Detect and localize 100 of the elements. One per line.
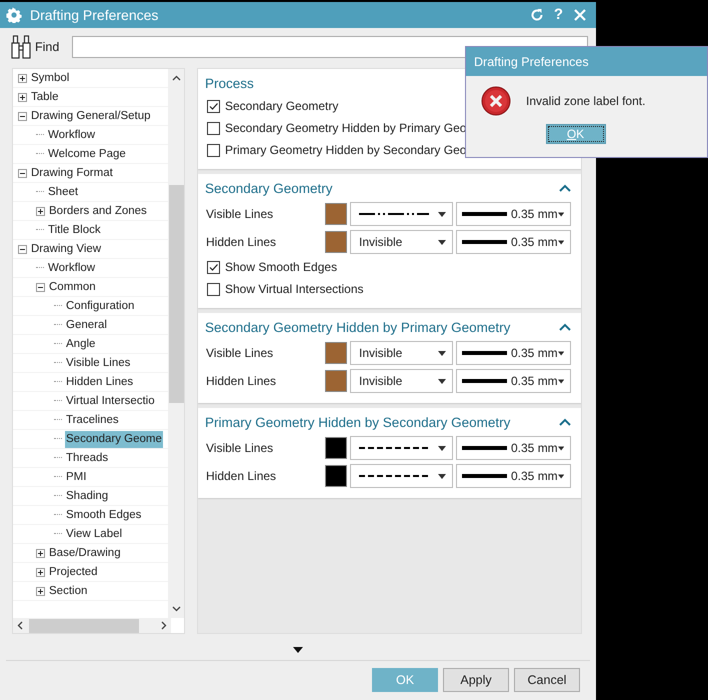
tree-item[interactable]: Secondary Geome (65, 430, 163, 448)
color-swatch[interactable] (325, 342, 347, 364)
horizontal-scrollbar[interactable] (13, 618, 171, 633)
line-width-dropdown[interactable]: 0.35 mm (456, 369, 571, 393)
tree-item[interactable]: General (65, 316, 108, 334)
tree-item[interactable]: Workflow (47, 126, 96, 144)
color-swatch[interactable] (325, 465, 347, 487)
row-label: Visible Lines (205, 207, 274, 221)
color-swatch[interactable] (325, 370, 347, 392)
checkbox[interactable] (207, 122, 220, 134)
line-width-dropdown[interactable]: 0.35 mm (456, 202, 571, 226)
line-width-dropdown[interactable]: 0.35 mm (456, 230, 571, 254)
dropdown-arrow-icon (438, 446, 446, 450)
tree-item[interactable]: Common (48, 278, 97, 296)
checkbox[interactable] (207, 144, 220, 156)
color-swatch[interactable] (325, 231, 347, 253)
tree-item[interactable]: Table (30, 88, 60, 106)
expand-toggle[interactable] (36, 548, 45, 558)
binoculars-icon (10, 34, 32, 60)
dropdown-arrow-icon (438, 212, 446, 216)
collapse-toggle[interactable] (18, 112, 27, 120)
tree-item[interactable]: Angle (65, 336, 96, 352)
row-label: Hidden Lines (205, 235, 278, 249)
line-width-dropdown[interactable]: 0.35 mm (456, 341, 571, 365)
dropdown-arrow-icon (558, 350, 564, 356)
tree-item[interactable]: Tracelines (65, 412, 120, 428)
settings-icon (6, 7, 22, 23)
tree-item[interactable]: Base/Drawing (48, 544, 122, 562)
expand-toggle[interactable] (36, 586, 45, 596)
tree-item[interactable]: Visible Lines (65, 354, 132, 372)
tree-item[interactable]: Drawing General/Setup (30, 108, 152, 124)
collapse-icon[interactable] (559, 323, 571, 331)
section-title: Process (205, 76, 254, 90)
scroll-left-icon[interactable] (17, 621, 23, 630)
scroll-thumb[interactable] (168, 185, 184, 403)
dropdown-arrow-icon (438, 378, 446, 384)
dropdown-arrow-icon (558, 474, 564, 478)
tree-item[interactable]: Virtual Intersectio (65, 392, 156, 410)
dropdown-arrow-icon (558, 446, 564, 450)
scroll-up-icon[interactable] (172, 75, 180, 81)
line-style-dropdown[interactable]: Invisible (350, 369, 453, 393)
line-width-dropdown[interactable]: 0.35 mm (456, 436, 571, 460)
tree-item[interactable]: Workflow (47, 260, 96, 276)
section-title: Secondary Geometry Hidden by Primary Geometry (205, 320, 510, 334)
tree-item[interactable]: Symbol (30, 70, 70, 86)
error-icon (481, 86, 511, 116)
collapse-icon[interactable] (559, 184, 571, 192)
checkbox[interactable] (207, 260, 220, 274)
line-style-dropdown[interactable]: Invisible (350, 230, 453, 254)
tree-item[interactable]: Projected (48, 564, 99, 580)
checkbox-label: Secondary Geometry (225, 99, 338, 113)
dash-dot-line-icon (359, 210, 429, 218)
collapse-toggle[interactable] (36, 282, 45, 292)
tree-item[interactable]: Shading (65, 488, 110, 504)
reset-icon[interactable] (528, 7, 545, 23)
tree-item[interactable]: Threads (65, 450, 110, 466)
collapse-icon[interactable] (559, 418, 571, 426)
tree-item[interactable]: View Label (65, 526, 124, 542)
scroll-down-icon[interactable] (172, 606, 180, 612)
collapse-toggle[interactable] (18, 244, 27, 254)
tree-item[interactable]: Sheet (47, 184, 80, 200)
scroll-right-icon[interactable] (161, 621, 167, 630)
dashed-line-icon (359, 444, 429, 452)
expand-toggle[interactable] (18, 92, 27, 102)
row-label: Hidden Lines (205, 374, 278, 388)
tree-item[interactable]: Hidden Lines (65, 374, 134, 390)
expand-toggle[interactable] (36, 568, 45, 576)
checkbox[interactable] (207, 282, 220, 296)
line-style-dropdown[interactable] (350, 202, 453, 226)
tree-item[interactable]: Smooth Edges (65, 506, 142, 524)
close-icon[interactable] (572, 7, 588, 23)
tree-item[interactable]: Drawing Format (30, 164, 114, 182)
color-swatch[interactable] (325, 437, 347, 459)
message-box-title: Drafting Preferences (466, 47, 707, 76)
tree-item[interactable]: Title Block (47, 222, 102, 238)
expand-toggle[interactable] (18, 74, 27, 82)
line-style-dropdown[interactable]: Invisible (350, 341, 453, 365)
dialog-button[interactable]: Cancel (514, 668, 580, 692)
expand-icon[interactable] (293, 647, 303, 653)
dashed-line-icon (359, 472, 429, 480)
scroll-thumb[interactable] (29, 618, 139, 632)
collapse-toggle[interactable] (18, 168, 27, 178)
line-style-dropdown[interactable] (350, 436, 453, 460)
checkbox-label: Show Virtual Intersections (225, 282, 364, 296)
tree-item[interactable]: Configuration (65, 298, 136, 314)
tree-item[interactable]: Section (48, 582, 88, 600)
row-label: Hidden Lines (205, 469, 278, 483)
tree-item[interactable]: Welcome Page (47, 146, 127, 162)
dropdown-arrow-icon (558, 212, 564, 216)
line-width-dropdown[interactable]: 0.35 mm (456, 464, 571, 488)
window-title: Drafting Preferences (30, 7, 160, 23)
line-style-dropdown[interactable] (350, 464, 453, 488)
vertical-scrollbar[interactable] (168, 69, 184, 618)
color-swatch[interactable] (325, 203, 347, 225)
dialog-button[interactable]: Apply (443, 668, 509, 692)
expand-toggle[interactable] (36, 206, 45, 216)
checkbox[interactable] (207, 100, 220, 112)
tree-item[interactable]: PMI (65, 468, 88, 486)
tree-item[interactable]: Borders and Zones (48, 202, 148, 220)
tree-item[interactable]: Drawing View (30, 240, 102, 258)
